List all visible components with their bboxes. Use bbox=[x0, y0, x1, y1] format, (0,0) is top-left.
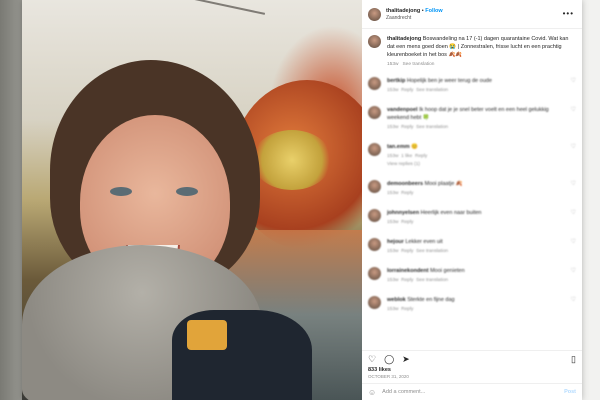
comment-like-heart-icon[interactable]: ♡ bbox=[571, 209, 576, 227]
comment-username[interactable]: hejour bbox=[387, 239, 404, 245]
location-link[interactable]: Zaandrecht bbox=[386, 15, 443, 21]
reply-link[interactable]: Reply bbox=[401, 249, 413, 254]
comment-time[interactable]: 153w bbox=[387, 88, 398, 93]
comment-text: Hopelijk ben je weer terug de oude bbox=[406, 78, 492, 84]
caption: thalitadejong Boswandeling na 17 (-1) da… bbox=[368, 35, 576, 69]
comment-item: demoonbeers Mooi plaatje 🍂 153w Reply ♡ bbox=[368, 180, 576, 198]
comment-translation-link[interactable]: See translation bbox=[416, 88, 448, 93]
post-sidebar: thalitadejong • Follow Zaandrecht ••• th… bbox=[362, 0, 582, 400]
see-translation-link[interactable]: See translation bbox=[402, 62, 434, 67]
avatar[interactable] bbox=[368, 267, 381, 280]
comment-time[interactable]: 153w bbox=[387, 154, 398, 159]
comment-username[interactable]: tan.emm bbox=[387, 144, 410, 150]
comment-time[interactable]: 153w bbox=[387, 278, 398, 283]
reply-link[interactable]: Reply bbox=[401, 125, 413, 130]
comment-input[interactable]: Add a comment... bbox=[382, 389, 425, 395]
post-date: OCTOBER 31, 2020 bbox=[368, 374, 409, 379]
reply-link[interactable]: Reply bbox=[401, 220, 413, 225]
add-comment-bar: ☺ Add a comment... Post bbox=[362, 383, 582, 400]
comment-time[interactable]: 153w bbox=[387, 249, 398, 254]
action-bar: ♡ ◯ ➤ ▯ bbox=[362, 350, 582, 367]
reply-link[interactable]: Reply bbox=[401, 191, 413, 196]
comment-time[interactable]: 153w bbox=[387, 220, 398, 225]
comment-text: Mooi plaatje 🍂 bbox=[424, 181, 463, 187]
comments-list[interactable]: thalitadejong Boswandeling na 17 (-1) da… bbox=[362, 29, 582, 350]
more-horizontal-icon[interactable]: ••• bbox=[563, 9, 574, 18]
avatar[interactable] bbox=[368, 209, 381, 222]
comment-like-heart-icon[interactable]: ♡ bbox=[571, 106, 576, 132]
comment-username[interactable]: johnnyelsen bbox=[387, 210, 419, 216]
comment-username[interactable]: demoonbeers bbox=[387, 181, 423, 187]
reply-link[interactable]: Reply bbox=[401, 278, 413, 283]
comment-translation-link[interactable]: See translation bbox=[416, 249, 448, 254]
follow-button[interactable]: Follow bbox=[425, 8, 442, 14]
avatar[interactable] bbox=[368, 238, 381, 251]
instagram-post-modal: thalitadejong • Follow Zaandrecht ••• th… bbox=[22, 0, 582, 400]
avatar[interactable] bbox=[368, 180, 381, 193]
comment-text: Sterkte en fijne dag bbox=[407, 297, 455, 303]
view-replies-link[interactable]: View replies (1) bbox=[387, 161, 567, 169]
comment-username[interactable]: lorrainekondent bbox=[387, 268, 429, 274]
right-eye bbox=[176, 187, 198, 196]
avatar[interactable] bbox=[368, 106, 381, 119]
comment-translation-link[interactable]: Reply bbox=[415, 154, 427, 159]
comment-item: vandenpoel Ik hoop dat je je snel beter … bbox=[368, 106, 576, 132]
bookmark-icon[interactable]: ▯ bbox=[571, 354, 576, 365]
comment-text: 😊 bbox=[411, 144, 419, 150]
comment-item: lorrainekondent Mooi genieten 153w Reply … bbox=[368, 267, 576, 285]
comment-item: hejour Lekker even uit 153w Reply See tra… bbox=[368, 238, 576, 256]
reply-link[interactable]: Reply bbox=[401, 88, 413, 93]
comment-translation-link[interactable]: See translation bbox=[416, 278, 448, 283]
share-icon[interactable]: ➤ bbox=[402, 354, 410, 365]
comment-item: bertkip Hopelijk ben je weer terug de ou… bbox=[368, 77, 576, 95]
avatar[interactable] bbox=[368, 7, 381, 21]
comment-time[interactable]: 153w bbox=[387, 191, 398, 196]
comment-like-heart-icon[interactable]: ♡ bbox=[571, 238, 576, 256]
comment-translation-link[interactable]: See translation bbox=[416, 125, 448, 130]
comment-text: Lekker even uit bbox=[405, 239, 443, 245]
avatar[interactable] bbox=[368, 296, 381, 309]
comment-item: weblok Sterkte en fijne dag 153w Reply ♡ bbox=[368, 296, 576, 314]
avatar[interactable] bbox=[368, 143, 381, 156]
reply-link[interactable]: 1 like bbox=[401, 154, 412, 159]
comment-text: Mooi genieten bbox=[430, 268, 465, 274]
post-button[interactable]: Post bbox=[564, 389, 576, 395]
left-eye bbox=[110, 187, 132, 196]
yellow-collar bbox=[187, 320, 227, 350]
yellow-tree bbox=[252, 130, 332, 190]
comment-time[interactable]: 153w bbox=[387, 307, 398, 312]
comment-item: johnnyelsen Heerlijk even naar buiten 153… bbox=[368, 209, 576, 227]
comment-username[interactable]: bertkip bbox=[387, 78, 405, 84]
reply-link[interactable]: Reply bbox=[401, 307, 413, 312]
comment-username[interactable]: vandenpoel bbox=[387, 107, 418, 113]
avatar[interactable] bbox=[368, 77, 381, 90]
comment-like-heart-icon[interactable]: ♡ bbox=[571, 267, 576, 285]
branch bbox=[138, 0, 266, 55]
post-header: thalitadejong • Follow Zaandrecht ••• bbox=[362, 0, 582, 29]
username-link[interactable]: thalitadejong bbox=[386, 8, 420, 14]
comment-like-heart-icon[interactable]: ♡ bbox=[571, 77, 576, 95]
comment-item: tan.emm 😊 153w 1 like Reply View replies (… bbox=[368, 143, 576, 169]
header-user: thalitadejong • Follow Zaandrecht bbox=[386, 7, 443, 21]
comment-text: Heerlijk even naar buiten bbox=[420, 210, 482, 216]
comment-icon[interactable]: ◯ bbox=[384, 354, 394, 365]
avatar[interactable] bbox=[368, 35, 381, 48]
caption-time[interactable]: 153w bbox=[387, 62, 398, 67]
comment-time[interactable]: 153w bbox=[387, 125, 398, 130]
post-photo[interactable] bbox=[22, 0, 362, 400]
emoji-icon[interactable]: ☺ bbox=[368, 388, 376, 397]
caption-username[interactable]: thalitadejong bbox=[387, 36, 421, 42]
heart-icon[interactable]: ♡ bbox=[368, 354, 376, 365]
comment-username[interactable]: weblok bbox=[387, 297, 406, 303]
comment-like-heart-icon[interactable]: ♡ bbox=[571, 143, 576, 169]
comment-like-heart-icon[interactable]: ♡ bbox=[571, 180, 576, 198]
comment-like-heart-icon[interactable]: ♡ bbox=[571, 296, 576, 314]
